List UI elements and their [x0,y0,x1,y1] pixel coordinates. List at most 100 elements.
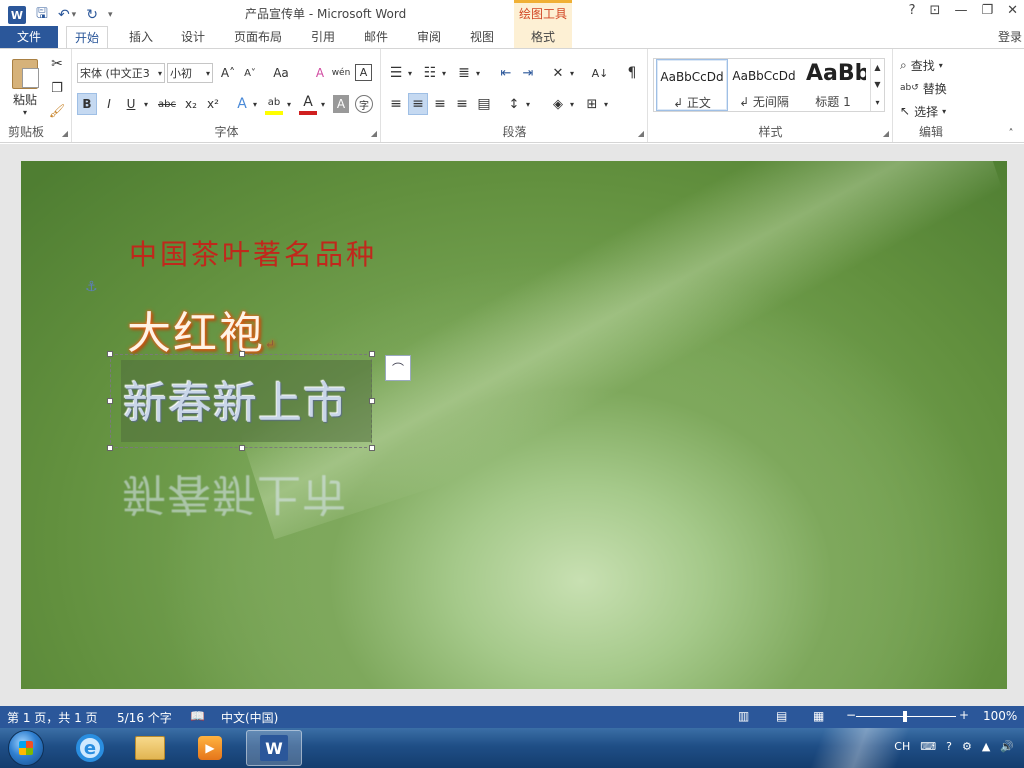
word-app-icon[interactable]: W [8,6,26,24]
chinese-layout-icon[interactable]: ✕ [548,63,568,83]
language-status[interactable]: 中文(中国) [221,709,278,726]
clipboard-launcher-icon[interactable]: ◢ [62,129,68,138]
borders-dropdown-icon[interactable]: ▾ [602,93,610,115]
volume-icon[interactable]: 🔊 [1000,740,1014,753]
taskbar-file-explorer[interactable] [122,730,178,766]
zoom-out-button[interactable]: − [846,708,856,722]
find-dropdown-icon[interactable]: ▾ [939,61,943,70]
grow-font-button[interactable]: A˄ [219,63,237,83]
sign-in-link[interactable]: 登录 [998,26,1022,48]
replace-button[interactable]: ab↺ 替换 [900,78,966,98]
save-icon[interactable]: 🖫 [36,3,48,27]
align-right-icon[interactable]: ≡ [430,93,450,115]
numbering-dropdown-icon[interactable]: ▾ [440,63,448,83]
styles-scroll-down-icon[interactable]: ▼ [870,76,884,93]
underline-dropdown-icon[interactable]: ▾ [141,93,151,115]
resize-handle-e[interactable] [369,398,375,404]
print-layout-icon[interactable]: ▤ [776,709,787,723]
highlight-dropdown-icon[interactable]: ▾ [285,93,293,115]
subscript-button[interactable]: x₂ [181,93,201,115]
highlight-button[interactable]: ab [265,93,283,115]
tab-mailings[interactable]: 邮件 [356,26,396,48]
zoom-slider-thumb[interactable] [903,711,907,722]
shading-dropdown-icon[interactable]: ▾ [568,93,576,115]
tab-view[interactable]: 视图 [462,26,502,48]
heading-text[interactable]: 中国茶叶著名品种 [129,233,377,273]
align-left-icon[interactable]: ≡ [386,93,406,115]
restore-button[interactable]: ❐ [981,3,993,18]
show-hide-marks-icon[interactable]: ¶ [622,63,642,83]
start-button[interactable] [8,730,44,766]
superscript-button[interactable]: x² [203,93,223,115]
select-dropdown-icon[interactable]: ▾ [942,107,946,116]
zoom-level[interactable]: 100% [983,709,1017,723]
paragraph-launcher-icon[interactable]: ◢ [638,129,644,138]
clear-formatting-button[interactable]: A [311,63,329,83]
chinese-layout-dropdown-icon[interactable]: ▾ [568,63,576,83]
font-launcher-icon[interactable]: ◢ [371,129,377,138]
bullets-dropdown-icon[interactable]: ▾ [406,63,414,83]
taskbar-word[interactable]: W [246,730,302,766]
styles-more-icon[interactable]: ▾ [870,93,884,111]
tab-home[interactable]: 开始 [66,26,109,49]
character-shading-button[interactable]: A [333,95,349,113]
bold-button[interactable]: B [77,93,97,115]
copy-icon[interactable]: ❐ [48,79,66,97]
product-name-text[interactable]: 大红袍↵ [127,297,277,361]
paste-icon[interactable] [10,57,40,91]
customize-qat-icon[interactable]: ▾ [108,10,113,20]
distributed-icon[interactable]: ▤ [474,93,494,115]
ime-indicator[interactable]: CH [894,740,910,753]
tab-file[interactable]: 文件 [0,26,58,48]
borders-icon[interactable]: ⊞ [582,93,602,115]
style-normal[interactable]: AaBbCcDd ↲ 正文 [656,59,728,111]
redo-icon[interactable]: ↻ [86,7,98,23]
style-heading-1[interactable]: AaBb 标题 1 [800,59,866,111]
styles-launcher-icon[interactable]: ◢ [883,129,889,138]
undo-icon[interactable]: ↶ [58,7,70,23]
shrink-font-button[interactable]: A˅ [241,63,259,83]
enclose-characters-button[interactable]: 字 [355,95,373,113]
decrease-indent-icon[interactable]: ⇤ [496,63,516,83]
sort-icon[interactable]: A↓ [590,63,610,83]
proofing-icon[interactable]: 📖 [190,709,205,723]
tab-references[interactable]: 引用 [303,26,343,48]
text-effects-dropdown-icon[interactable]: ▾ [251,93,259,115]
textbox-text[interactable]: 新春新上市 [123,367,348,431]
page-count-status[interactable]: 第 1 页，共 1 页 [7,709,98,726]
resize-handle-s[interactable] [239,445,245,451]
font-color-dropdown-icon[interactable]: ▾ [319,93,327,115]
change-case-button[interactable]: Aa [267,63,295,83]
read-mode-icon[interactable]: ▥ [738,709,749,723]
word-count-status[interactable]: 5/16 个字 [117,709,172,726]
font-color-button[interactable]: A [299,93,317,115]
multilevel-dropdown-icon[interactable]: ▾ [474,63,482,83]
tab-design[interactable]: 设计 [173,26,213,48]
resize-handle-n[interactable] [239,351,245,357]
italic-button[interactable]: I [99,93,119,115]
taskbar-internet-explorer[interactable]: e [62,730,118,766]
line-spacing-dropdown-icon[interactable]: ▾ [524,93,532,115]
style-no-spacing[interactable]: AaBbCcDd ↲ 无间隔 [728,59,800,111]
styles-scroll-up-icon[interactable]: ▲ [870,59,884,76]
format-painter-icon[interactable]: 🖌 [48,102,66,120]
character-border-button[interactable]: A [355,64,372,81]
resize-handle-se[interactable] [369,445,375,451]
increase-indent-icon[interactable]: ⇥ [518,63,538,83]
document-page[interactable]: 中国茶叶著名品种 ⚓ 大红袍↵ 新春新上市 ⌒ 新春新上市 [21,161,1007,689]
strikethrough-button[interactable]: abc [155,93,179,115]
multilevel-list-icon[interactable]: ≣ [454,63,474,83]
tab-review[interactable]: 审阅 [409,26,449,48]
justify-icon[interactable]: ≡ [452,93,472,115]
collapse-ribbon-icon[interactable]: ˄ [1004,127,1018,139]
cut-icon[interactable]: ✂ [48,55,66,73]
show-hidden-icons-icon[interactable]: ▲ [982,740,990,753]
settings-icon[interactable]: ⚙ [962,740,972,753]
resize-handle-ne[interactable] [369,351,375,357]
tab-format[interactable]: 格式 [514,26,572,48]
paste-button[interactable]: 粘贴 [8,91,42,107]
text-effects-button[interactable]: A [233,93,251,115]
keyboard-icon[interactable]: ⌨ [920,740,936,753]
ribbon-display-options-button[interactable]: ⊡ [930,3,941,18]
font-size-dropdown-icon[interactable]: ▾ [206,69,210,78]
